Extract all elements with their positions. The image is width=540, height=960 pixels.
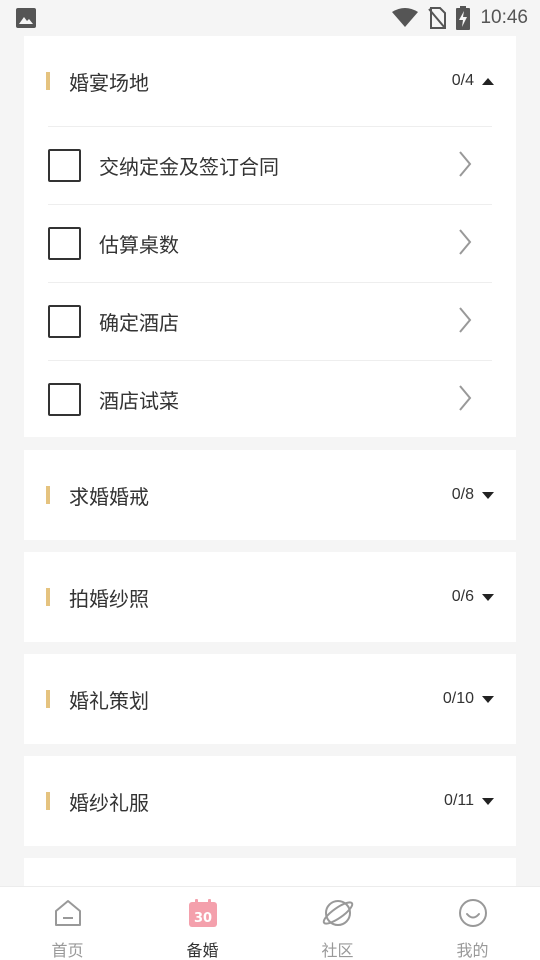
category-title: 婚礼策划 bbox=[69, 688, 149, 713]
caret-down-icon[interactable] bbox=[482, 593, 494, 601]
chevron-right-icon[interactable] bbox=[458, 384, 472, 416]
task-row[interactable]: 估算桌数 bbox=[48, 204, 492, 282]
checklist-content[interactable]: 婚宴场地 0/4 交纳定金及签订合同 估算桌数 确定酒店 酒店试菜 求婚婚戒 0… bbox=[0, 36, 540, 886]
category-title: 求婚婚戒 bbox=[69, 484, 149, 509]
planet-icon bbox=[322, 897, 354, 929]
task-checkbox[interactable] bbox=[48, 227, 81, 260]
category-card-proposal[interactable]: 求婚婚戒 0/8 bbox=[24, 450, 516, 540]
no-sim-icon bbox=[428, 7, 447, 29]
nav-item-community[interactable]: 社区 bbox=[270, 887, 405, 960]
progress-count: 0/8 bbox=[451, 486, 474, 503]
nav-item-wedding-prep[interactable]: 30 备婚 bbox=[135, 887, 270, 960]
nav-label: 备婚 bbox=[186, 941, 219, 960]
progress-count: 0/6 bbox=[451, 588, 474, 605]
caret-down-icon[interactable] bbox=[482, 491, 494, 499]
nav-label: 我的 bbox=[456, 941, 489, 960]
chevron-right-icon[interactable] bbox=[458, 150, 472, 182]
task-label: 估算桌数 bbox=[99, 233, 179, 257]
category-card-planning[interactable]: 婚礼策划 0/10 bbox=[24, 654, 516, 744]
task-label: 确定酒店 bbox=[99, 311, 179, 335]
category-header[interactable]: 婚宴场地 0/4 bbox=[24, 36, 516, 126]
smile-icon bbox=[457, 897, 489, 929]
task-row[interactable]: 酒店试菜 bbox=[48, 360, 492, 438]
caret-down-icon[interactable] bbox=[482, 797, 494, 805]
category-header[interactable]: 拍婚纱照 0/6 bbox=[24, 552, 516, 642]
task-label: 酒店试菜 bbox=[99, 389, 179, 413]
nav-item-profile[interactable]: 我的 bbox=[405, 887, 540, 960]
caret-up-icon[interactable] bbox=[482, 77, 494, 85]
task-list: 交纳定金及签订合同 估算桌数 确定酒店 酒店试菜 bbox=[24, 126, 516, 438]
status-bar: 10:46 bbox=[0, 0, 540, 36]
category-card-partial[interactable] bbox=[24, 858, 516, 886]
progress-count: 0/10 bbox=[442, 690, 474, 707]
battery-charging-icon bbox=[456, 6, 471, 30]
task-checkbox[interactable] bbox=[48, 305, 81, 338]
progress-count: 0/4 bbox=[451, 72, 474, 89]
bottom-nav: 首页 30 备婚 社区 我的 bbox=[0, 886, 540, 960]
accent-bar bbox=[46, 792, 50, 810]
nav-item-home[interactable]: 首页 bbox=[0, 887, 135, 960]
wifi-icon bbox=[392, 8, 419, 28]
nav-label: 社区 bbox=[321, 941, 354, 960]
task-row[interactable]: 确定酒店 bbox=[48, 282, 492, 360]
category-title: 拍婚纱照 bbox=[69, 586, 149, 611]
accent-bar bbox=[46, 72, 50, 90]
accent-bar bbox=[46, 588, 50, 606]
progress-count: 0/11 bbox=[444, 792, 474, 809]
category-header[interactable]: 婚礼策划 0/10 bbox=[24, 654, 516, 744]
category-header[interactable]: 婚纱礼服 0/11 bbox=[24, 756, 516, 846]
category-title: 婚宴场地 bbox=[69, 70, 149, 95]
category-title: 婚纱礼服 bbox=[69, 790, 149, 815]
task-checkbox[interactable] bbox=[48, 383, 81, 416]
task-checkbox[interactable] bbox=[48, 149, 81, 182]
task-row[interactable]: 交纳定金及签订合同 bbox=[48, 126, 492, 204]
nav-label: 首页 bbox=[51, 941, 84, 960]
chevron-right-icon[interactable] bbox=[458, 228, 472, 260]
status-time: 10:46 bbox=[480, 7, 528, 28]
category-card-photos[interactable]: 拍婚纱照 0/6 bbox=[24, 552, 516, 642]
home-icon bbox=[53, 897, 83, 929]
calendar-icon: 30 bbox=[188, 897, 218, 929]
category-card-venue: 婚宴场地 0/4 交纳定金及签订合同 估算桌数 确定酒店 酒店试菜 bbox=[24, 36, 516, 437]
chevron-right-icon[interactable] bbox=[458, 306, 472, 338]
category-card-dress[interactable]: 婚纱礼服 0/11 bbox=[24, 756, 516, 846]
accent-bar bbox=[46, 486, 50, 504]
calendar-icon-text: 30 bbox=[193, 911, 211, 926]
task-label: 交纳定金及签订合同 bbox=[99, 155, 279, 179]
category-header[interactable]: 求婚婚戒 0/8 bbox=[24, 450, 516, 540]
accent-bar bbox=[46, 690, 50, 708]
caret-down-icon[interactable] bbox=[482, 695, 494, 703]
image-icon bbox=[16, 8, 36, 28]
